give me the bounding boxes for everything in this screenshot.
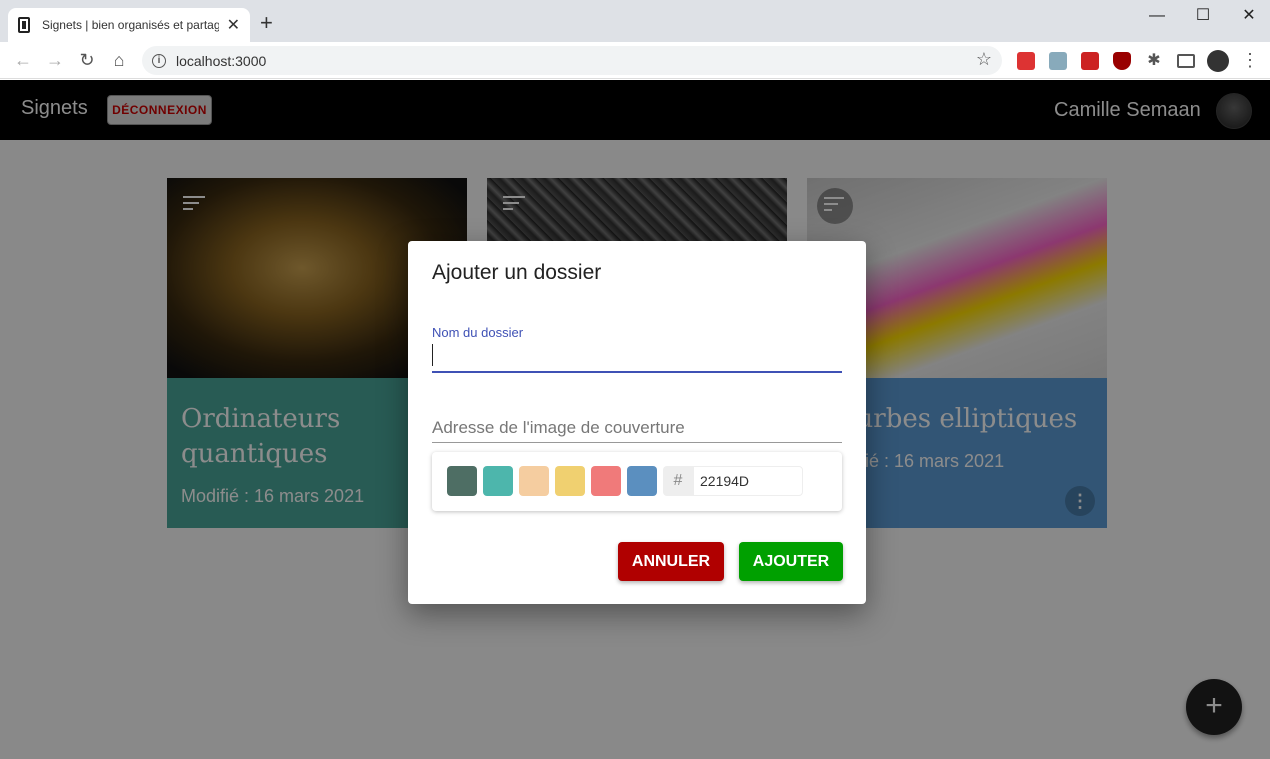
cast-icon[interactable] xyxy=(1177,54,1195,68)
color-picker: # xyxy=(432,452,842,511)
cancel-button[interactable]: ANNULER xyxy=(618,542,724,581)
browser-menu-icon[interactable]: ⋮ xyxy=(1239,49,1261,71)
new-tab-button[interactable]: + xyxy=(260,12,273,34)
browser-tab[interactable]: Signets | bien organisés et partagés ✕ xyxy=(8,8,250,42)
site-favicon-icon xyxy=(18,17,30,33)
hex-color-input[interactable] xyxy=(693,466,803,496)
tab-title: Signets | bien organisés et partagés xyxy=(41,18,219,32)
back-arrow-icon[interactable]: ← xyxy=(12,49,34,71)
puzzle-extensions-icon[interactable]: ✱ xyxy=(1145,52,1163,70)
text-cursor xyxy=(432,344,433,366)
url-text: localhost:3000 xyxy=(176,52,267,69)
color-swatch[interactable] xyxy=(483,466,513,496)
close-window-button[interactable]: ✕ xyxy=(1226,4,1270,28)
red-extension-icon[interactable] xyxy=(1081,52,1099,70)
folder-name-label: Nom du dossier xyxy=(432,325,524,340)
cover-image-url-input[interactable] xyxy=(432,413,842,443)
forward-arrow-icon[interactable]: → xyxy=(44,49,66,71)
home-icon[interactable]: ⌂ xyxy=(108,49,130,71)
bookmark-star-icon[interactable]: ☆ xyxy=(976,49,992,70)
profile-avatar-icon[interactable] xyxy=(1207,50,1229,72)
color-swatch[interactable] xyxy=(627,466,657,496)
tab-close-icon[interactable]: ✕ xyxy=(227,15,240,35)
minimize-button[interactable]: — xyxy=(1134,4,1180,28)
color-swatch[interactable] xyxy=(591,466,621,496)
add-button[interactable]: AJOUTER xyxy=(739,542,843,581)
color-swatch[interactable] xyxy=(519,466,549,496)
gmail-extension-icon[interactable] xyxy=(1017,52,1035,70)
app-viewport: Signets DÉCONNEXION Camille Semaan Ordin… xyxy=(0,80,1270,759)
browser-toolbar: ← → ↻ ⌂ i localhost:3000 ☆ ✱ ⋮ xyxy=(0,42,1270,79)
browser-tab-strip: Signets | bien organisés et partagés ✕ +… xyxy=(0,0,1270,42)
site-info-icon[interactable]: i xyxy=(152,53,166,68)
tab-extension-icon[interactable] xyxy=(1049,52,1067,70)
ublock-shield-icon[interactable] xyxy=(1113,52,1131,70)
add-folder-dialog: Ajouter un dossier Nom du dossier # ANNU… xyxy=(408,241,866,604)
color-swatch[interactable] xyxy=(555,466,585,496)
address-bar[interactable]: i localhost:3000 ☆ xyxy=(142,46,1002,75)
hash-prefix: # xyxy=(663,466,693,496)
color-swatch[interactable] xyxy=(447,466,477,496)
folder-name-input[interactable] xyxy=(432,343,842,373)
maximize-button[interactable]: ☐ xyxy=(1180,4,1226,28)
dialog-title: Ajouter un dossier xyxy=(432,261,602,284)
reload-icon[interactable]: ↻ xyxy=(76,49,98,71)
